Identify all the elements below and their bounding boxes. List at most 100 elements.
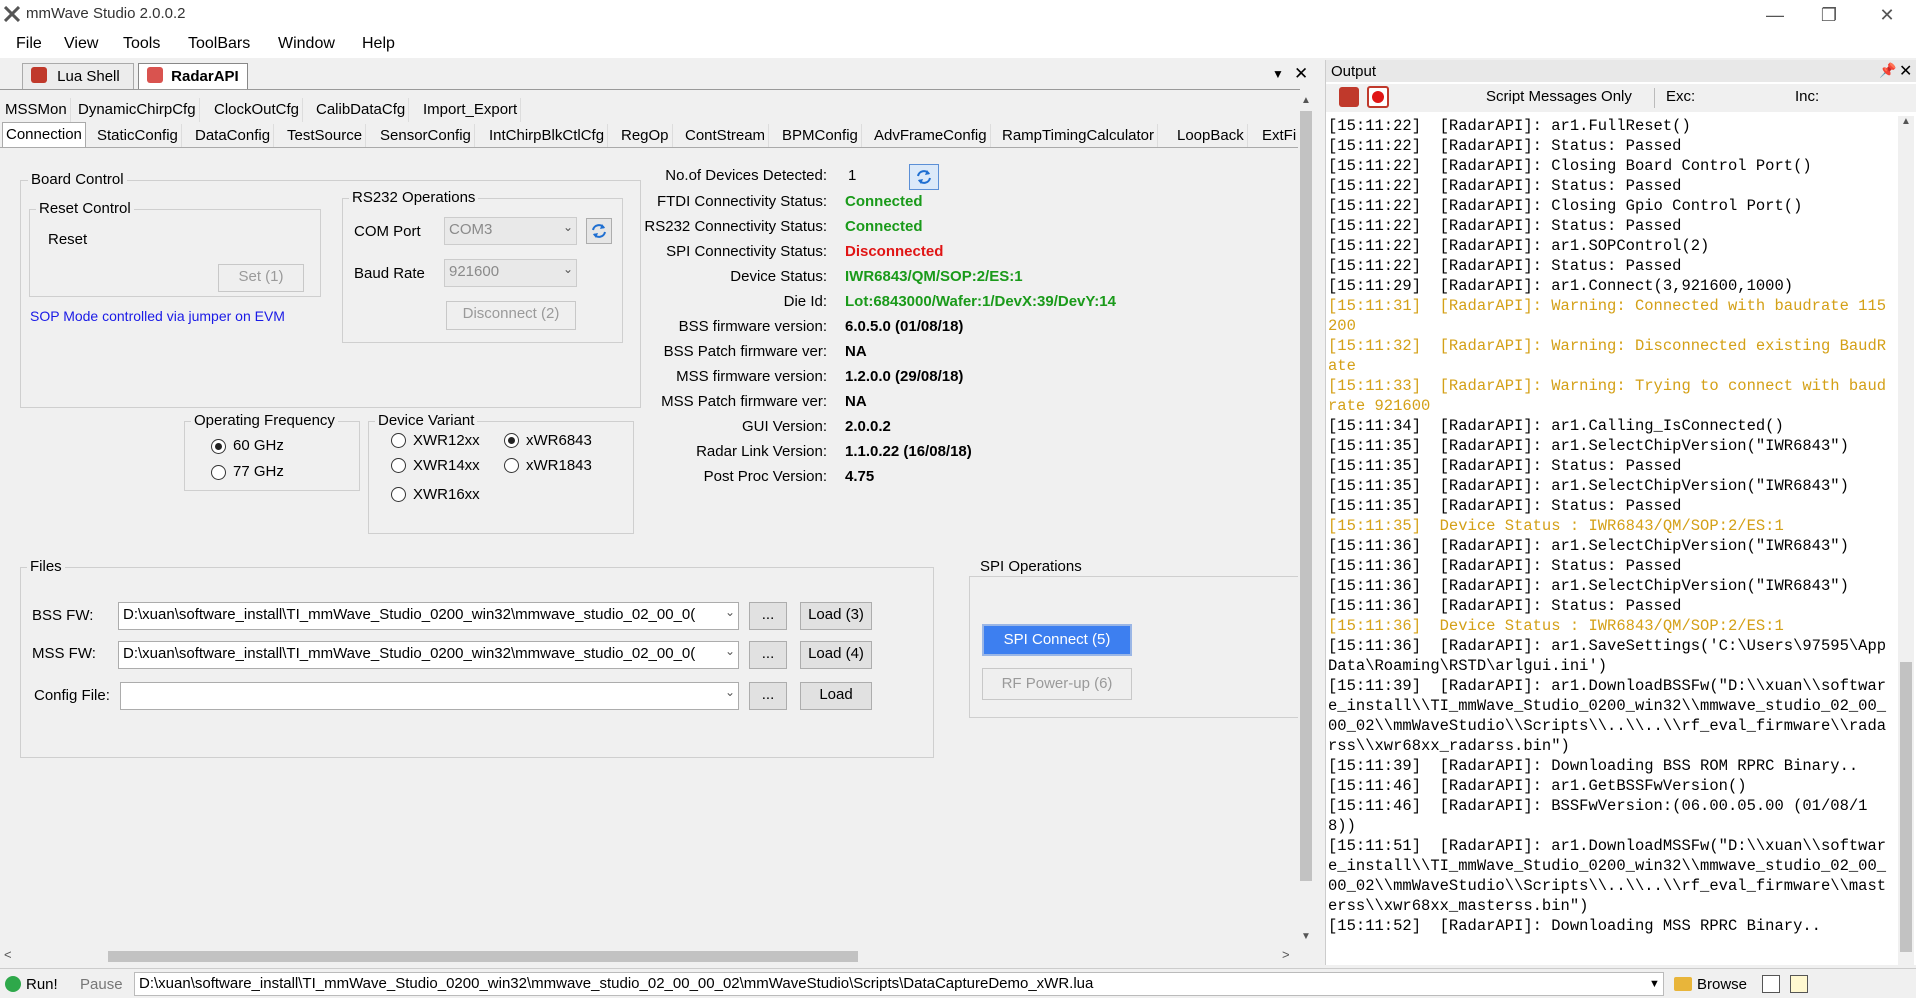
scroll-thumb[interactable] [1300,111,1312,881]
config-browse-button[interactable]: ... [749,682,787,710]
com-port-select[interactable]: COM3 ⌄ [444,217,577,245]
spi-connect-button[interactable]: SPI Connect (5) [982,624,1132,656]
close-icon[interactable]: ✕ [1864,2,1910,28]
radio-60ghz[interactable] [211,439,226,454]
devices-value: 1 [848,167,857,184]
tab-dynamicchirpcfg[interactable]: DynamicChirpCfg [75,98,200,122]
log-line: [15:11:35] [RadarAPI]: ar1.SelectChipVer… [1328,437,1849,455]
script-dropdown-icon[interactable]: ▼ [1649,978,1660,990]
device-status-value: IWR6843/QM/SOP:2/ES:1 [845,268,1023,285]
scroll-thumb[interactable] [1900,662,1912,952]
vertical-scrollbar[interactable]: ▲ ▼ [1298,95,1314,947]
status-bar: Run! Pause D:\xuan\software_install\TI_m… [0,968,1916,998]
tab-intchirpblkctlcfg[interactable]: IntChirpBlkCtlCfg [486,124,609,148]
radio-xwr1843[interactable] [504,458,519,473]
baud-rate-select[interactable]: 921600 ⌄ [444,259,577,287]
refresh-devices-button[interactable] [909,164,939,190]
bss-load-button[interactable]: Load (3) [800,602,872,630]
clear-output-icon[interactable] [1339,87,1359,107]
com-port-label: COM Port [354,223,421,240]
tab-staticconfig[interactable]: StaticConfig [94,124,182,148]
inc-label: Inc: [1795,88,1820,105]
op-freq-title: Operating Frequency [191,412,338,429]
config-file-path[interactable]: ⌄ [120,682,739,710]
tab-testsource[interactable]: TestSource [284,124,367,148]
scroll-thumb-h[interactable] [108,951,858,962]
tab-import-export[interactable]: Import_Export [420,98,522,122]
browse-button[interactable]: Browse [1697,976,1747,993]
script-path-field[interactable]: D:\xuan\software_install\TI_mmWave_Studi… [134,972,1664,996]
scroll-up-icon[interactable]: ▲ [1898,116,1914,132]
tab-loopback[interactable]: LoopBack [1174,124,1248,148]
bss-fw-path[interactable]: D:\xuan\software_install\TI_mmWave_Studi… [118,602,739,630]
tab-ramptimingcalculator[interactable]: RampTimingCalculator [999,124,1158,148]
run-button[interactable]: Run! [26,976,58,993]
scroll-down-icon[interactable]: ▼ [1298,931,1314,947]
tab-mssmon[interactable]: MSSMon [2,98,71,122]
script-path: D:\xuan\software_install\TI_mmWave_Studi… [139,975,1094,992]
log-line: [15:11:36] [RadarAPI]: Status: Passed [1328,597,1682,615]
log-line: [15:11:35] [RadarAPI]: Status: Passed [1328,457,1682,475]
horizontal-scrollbar[interactable]: < > [0,947,1298,965]
radio-xwr6843[interactable] [504,433,519,448]
tab-regop[interactable]: RegOp [618,124,673,148]
tab-advframeconfig[interactable]: AdvFrameConfig [871,124,991,148]
restore-icon[interactable]: ❐ [1806,2,1852,28]
radio-xwr16xx[interactable] [391,487,406,502]
scroll-up-icon[interactable]: ▲ [1298,95,1314,111]
radio-xwr14xx[interactable] [391,458,406,473]
tab-connection[interactable]: Connection [2,122,86,148]
menu-view[interactable]: View [64,35,98,53]
pause-button[interactable]: Pause [80,976,123,993]
radio-77ghz[interactable] [211,465,226,480]
log-line: [15:11:31] [RadarAPI]: Warning: Connecte… [1328,297,1887,335]
menu-help[interactable]: Help [362,35,395,53]
tab-bpmconfig[interactable]: BPMConfig [779,124,862,148]
menu-tools[interactable]: Tools [123,35,160,53]
edit-script-icon[interactable] [1762,975,1780,993]
config-load-button[interactable]: Load [800,682,872,710]
output-title: Output [1331,63,1377,80]
files-title: Files [27,558,65,575]
radio-xwr1843-label: xWR1843 [526,457,592,474]
log-line: [15:11:35] [RadarAPI]: ar1.SelectChipVer… [1328,477,1849,495]
scroll-right-icon[interactable]: > [1282,947,1290,962]
tab-lua-shell[interactable]: Lua Shell [22,63,134,90]
tab-clockoutcfg[interactable]: ClockOutCfg [211,98,304,122]
log-line: [15:11:22] [RadarAPI]: Closing Gpio Cont… [1328,197,1803,215]
bss-browse-button[interactable]: ... [749,602,787,630]
output-scrollbar[interactable]: ▲ [1898,116,1914,966]
die-id-value: Lot:6843000/Wafer:1/DevX:39/DevY:14 [845,293,1116,310]
pane-close-icon[interactable]: ✕ [1294,64,1308,84]
tab-contstream[interactable]: ContStream [682,124,770,148]
exc-label: Exc: [1666,88,1696,105]
tab-radar-api[interactable]: RadarAPI [138,63,248,90]
pin-icon[interactable]: 📌 [1879,62,1896,79]
tab-sensorconfig[interactable]: SensorConfig [377,124,475,148]
minimize-icon[interactable]: — [1752,2,1798,28]
menu-window[interactable]: Window [278,35,335,53]
menu-toolbars[interactable]: ToolBars [188,35,250,53]
radio-xwr12xx[interactable] [391,433,406,448]
scroll-left-icon[interactable]: < [4,947,12,962]
mss-browse-button[interactable]: ... [749,641,787,669]
menu-file[interactable]: File [16,35,42,53]
tab-dataconfig[interactable]: DataConfig [192,124,275,148]
stop-icon[interactable] [1367,86,1389,108]
set-button[interactable]: Set (1) [218,264,304,292]
output-close-icon[interactable]: ✕ [1899,61,1912,81]
script-msgs-only[interactable]: Script Messages Only [1486,88,1632,105]
tab-calibdatacfg[interactable]: CalibDataCfg [313,98,410,122]
mss-fw-path[interactable]: D:\xuan\software_install\TI_mmWave_Studi… [118,641,739,669]
mss-patch-value: NA [845,393,867,410]
log-line: [15:11:22] [RadarAPI]: ar1.FullReset() [1328,117,1691,135]
spi-title: SPI Operations [977,558,1085,575]
pane-dropdown-icon[interactable]: ▼ [1272,67,1284,81]
settings-script-icon[interactable] [1790,975,1808,993]
log-line: [15:11:22] [RadarAPI]: Closing Board Con… [1328,157,1812,175]
tab-label: Lua Shell [57,68,120,85]
mss-load-button[interactable]: Load (4) [800,641,872,669]
disconnect-button[interactable]: Disconnect (2) [446,301,576,330]
tab-extfi[interactable]: ExtFi [1259,124,1299,148]
rf-power-up-button[interactable]: RF Power-up (6) [982,668,1132,700]
